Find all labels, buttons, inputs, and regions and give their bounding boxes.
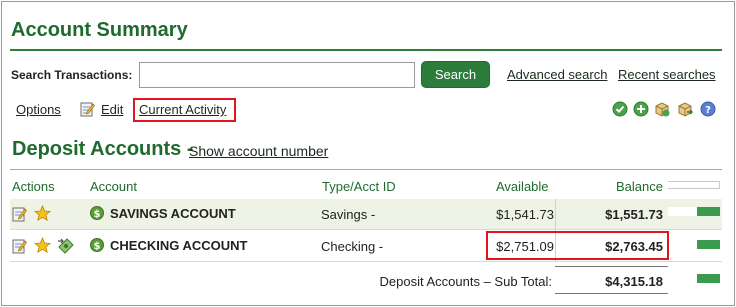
deposit-accounts-title: Deposit Accounts -	[12, 138, 194, 160]
available-amount: $1,541.73	[496, 207, 554, 222]
check-icon[interactable]	[612, 101, 628, 117]
title-divider	[10, 49, 722, 51]
recent-searches-link[interactable]: Recent searches	[618, 67, 716, 82]
column-divider	[555, 199, 556, 229]
search-input[interactable]	[139, 62, 415, 88]
column-header-actions: Actions	[12, 179, 55, 194]
options-link[interactable]: Options	[16, 102, 61, 117]
subtotal-bar-fill	[696, 274, 720, 283]
svg-text:?: ?	[705, 105, 711, 116]
column-header-available: Available	[496, 179, 549, 194]
favorite-star-icon[interactable]	[34, 237, 51, 254]
subtotal-bar	[668, 274, 720, 283]
balance-bar-fill	[696, 240, 720, 249]
subtotal-top-rule	[555, 266, 668, 267]
column-header-balance: Balance	[616, 179, 663, 194]
subtotal-label: Deposit Accounts – Sub Total:	[379, 274, 552, 289]
search-button[interactable]: Search	[421, 61, 490, 88]
balance-bar	[668, 207, 720, 216]
svg-text:$: $	[94, 241, 101, 252]
account-type: Checking -	[321, 239, 384, 254]
edit-icon[interactable]	[80, 101, 95, 117]
balance-bar	[668, 240, 720, 249]
box-export-icon[interactable]	[654, 101, 670, 117]
column-header-chart	[668, 181, 720, 189]
search-label: Search Transactions:	[11, 68, 133, 82]
dollar-icon: $	[90, 206, 104, 220]
row-divider	[10, 261, 722, 262]
favorite-star-icon[interactable]	[34, 205, 51, 222]
balance-bar-fill	[696, 207, 720, 216]
balance-amount: $1,551.73	[605, 207, 663, 222]
add-icon[interactable]	[633, 101, 649, 117]
page-title: Account Summary	[11, 19, 188, 41]
edit-account-icon[interactable]	[12, 238, 27, 254]
help-icon[interactable]: ?	[700, 101, 716, 117]
transfer-money-icon[interactable]	[57, 237, 75, 254]
account-name[interactable]: SAVINGS ACCOUNT	[110, 206, 236, 221]
section-divider	[10, 169, 722, 170]
column-header-type: Type/Acct ID	[322, 179, 396, 194]
column-header-account: Account	[90, 179, 137, 194]
checking-amount-highlight	[486, 231, 669, 260]
edit-account-icon[interactable]	[12, 206, 27, 222]
current-activity-link[interactable]: Current Activity	[139, 102, 226, 117]
advanced-search-link[interactable]: Advanced search	[507, 67, 607, 82]
box-import-icon[interactable]	[677, 101, 693, 117]
svg-text:$: $	[94, 209, 101, 220]
account-type: Savings -	[321, 207, 376, 222]
subtotal-bottom-rule	[555, 293, 668, 294]
account-name[interactable]: CHECKING ACCOUNT	[110, 238, 247, 253]
subtotal-amount: $4,315.18	[605, 274, 663, 289]
dollar-icon: $	[90, 238, 104, 252]
edit-link[interactable]: Edit	[101, 102, 123, 117]
show-account-number-link[interactable]: Show account number	[189, 143, 328, 159]
